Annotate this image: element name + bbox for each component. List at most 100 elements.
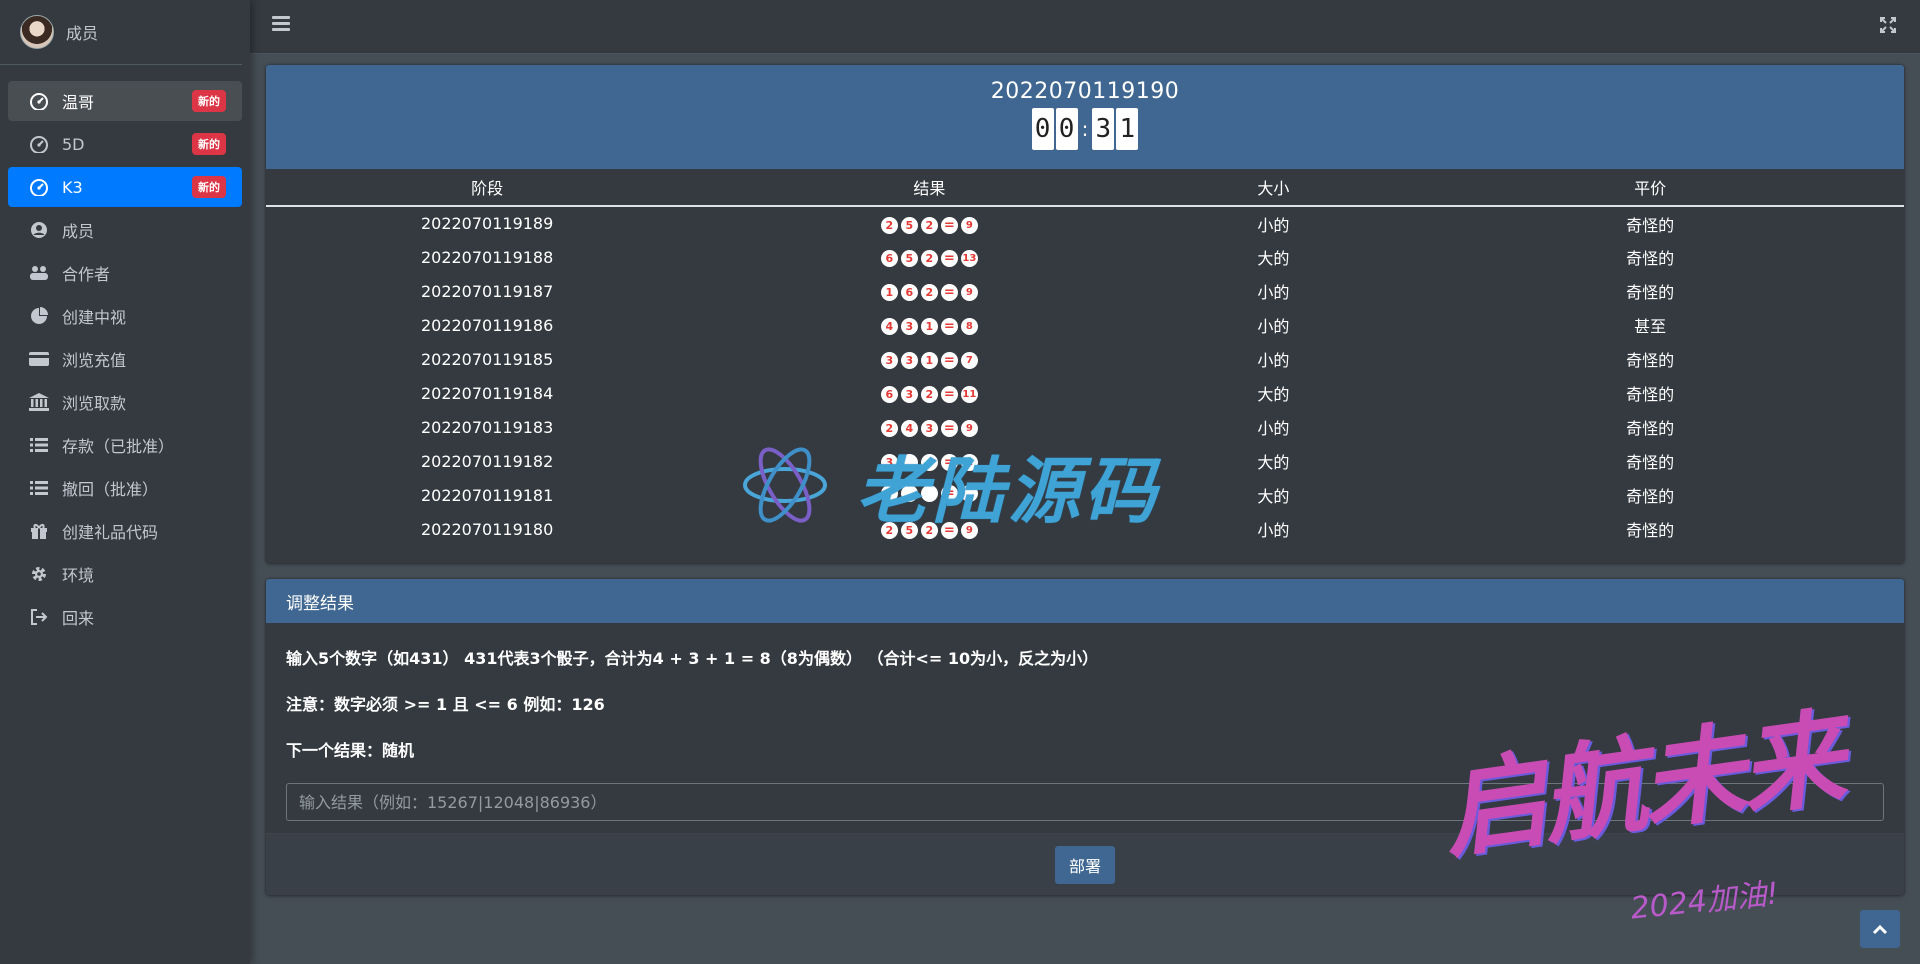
parity-cell: 奇怪的 bbox=[1626, 487, 1675, 506]
dice-group: 6 5 2 = 13 bbox=[880, 250, 978, 267]
parity-cell: 奇怪的 bbox=[1626, 521, 1675, 540]
die-icon: 2 bbox=[920, 386, 938, 403]
table-row: 2022070119184 6 3 2 = 11 大的 奇怪的 bbox=[266, 376, 1904, 410]
die-icon: 5 bbox=[900, 216, 918, 234]
period-cell: 2022070119189 bbox=[420, 214, 554, 233]
column-header: 大小 bbox=[1150, 169, 1397, 207]
hamburger-menu-icon[interactable] bbox=[272, 16, 290, 32]
period-cell: 2022070119180 bbox=[420, 519, 554, 539]
sidebar-item-label: 创建礼品代码 bbox=[62, 523, 159, 542]
sidebar-item[interactable]: 浏览取款 bbox=[8, 382, 242, 422]
sidebar-item-label: 浏览充值 bbox=[62, 351, 127, 370]
sidebar-item-label: 创建中视 bbox=[62, 308, 127, 327]
die-icon: 6 bbox=[900, 284, 918, 301]
sidebar-item-label: 撤回（批准） bbox=[62, 480, 159, 499]
equals-icon: = bbox=[940, 352, 958, 369]
parity-cell: 奇怪的 bbox=[1626, 453, 1675, 472]
die-icon: 5 bbox=[900, 522, 918, 539]
gift-icon bbox=[28, 520, 50, 542]
back-to-top-button[interactable] bbox=[1860, 910, 1900, 948]
sidebar-item[interactable]: 回来 bbox=[8, 597, 242, 637]
dice-group: 2 4 3 = 9 bbox=[880, 420, 978, 437]
adjust-body: 输入5个数字（如431） 431代表3个骰子，合计为4 + 3 + 1 = 8（… bbox=[266, 623, 1904, 841]
dashboard-icon bbox=[28, 90, 50, 112]
sign-out-icon bbox=[28, 606, 50, 628]
period-cell: 2022070119185 bbox=[420, 349, 554, 369]
sidebar-nav: 温哥 新的 5D 新的 K3 新的成员合作者创建中视浏览充值浏览取款存款（已批准） 撤回（批… bbox=[0, 65, 250, 637]
dice-cell: 4 3 1 = 8 bbox=[708, 308, 1150, 342]
sidebar-item[interactable]: 创建礼品代码 bbox=[8, 511, 242, 551]
size-cell: 小的 bbox=[1257, 283, 1290, 302]
top-navbar bbox=[250, 0, 1920, 54]
bank-icon bbox=[28, 391, 50, 413]
sidebar-item[interactable]: 浏览充值 bbox=[8, 339, 242, 379]
sidebar-item[interactable]: 撤回（批准） bbox=[8, 468, 242, 508]
fullscreen-icon[interactable] bbox=[1880, 17, 1896, 33]
adjust-footer: 部署 bbox=[266, 833, 1904, 895]
dashboard-icon bbox=[28, 176, 50, 198]
deploy-button[interactable]: 部署 bbox=[1054, 845, 1115, 884]
die-icon: 4 bbox=[900, 420, 918, 437]
sum-badge: 11 bbox=[960, 386, 978, 403]
sidebar-item-label: 成员 bbox=[62, 222, 95, 241]
results-table: 阶段 结果 大小 平价 2022070119189 2 5 2 = 9 小的 奇怪的 20220… bbox=[266, 169, 1904, 546]
sum-badge bbox=[960, 484, 978, 502]
size-cell: 大的 bbox=[1257, 487, 1290, 506]
die-icon: 1 bbox=[880, 284, 898, 301]
size-cell: 大的 bbox=[1257, 249, 1290, 268]
sidebar-item[interactable]: K3 新的 bbox=[8, 167, 242, 207]
equals-icon: = bbox=[940, 386, 958, 403]
current-period: 2022070119190 bbox=[990, 79, 1180, 104]
sidebar-item-label: 环境 bbox=[62, 566, 95, 585]
dice-group: = bbox=[880, 484, 978, 502]
die-icon: 3 bbox=[900, 318, 918, 335]
sidebar-item[interactable]: 温哥 新的 bbox=[8, 81, 242, 121]
dice-cell: 6 3 2 = 11 bbox=[708, 376, 1150, 410]
die-icon bbox=[920, 484, 938, 502]
table-row: 2022070119185 3 3 1 = 7 小的 奇怪的 bbox=[266, 342, 1904, 376]
column-header: 结果 bbox=[708, 169, 1151, 207]
timer-digit: 0 bbox=[1031, 108, 1054, 150]
die-icon: 1 bbox=[920, 318, 938, 335]
countdown-timer: 0 0 : 3 1 bbox=[1031, 108, 1139, 150]
user-name[interactable]: 成员 bbox=[66, 20, 98, 44]
avatar[interactable] bbox=[20, 15, 54, 49]
size-cell: 大的 bbox=[1257, 385, 1290, 404]
die-icon bbox=[900, 454, 918, 471]
die-icon: 3 bbox=[900, 386, 918, 403]
die-icon: 3 bbox=[880, 352, 898, 369]
sum-badge: 13 bbox=[960, 250, 978, 267]
next-result-text: 下一个结果：随机 bbox=[286, 741, 415, 760]
table-row: 2022070119186 4 3 1 = 8 小的 甚至 bbox=[266, 308, 1904, 342]
gear-icon bbox=[28, 563, 50, 585]
sidebar-item[interactable]: 5D 新的 bbox=[8, 124, 242, 164]
sidebar-item-label: 合作者 bbox=[62, 265, 111, 284]
result-input[interactable] bbox=[286, 783, 1884, 821]
period-cell: 2022070119184 bbox=[420, 383, 554, 403]
dice-cell: 1 6 2 = 9 bbox=[708, 274, 1150, 308]
table-row: 2022070119181 = 大的 奇怪的 bbox=[266, 478, 1904, 512]
period-cell: 2022070119188 bbox=[420, 247, 554, 267]
note-text: 注意：数字必须 >= 1 且 <= 6 例如：126 bbox=[286, 695, 605, 714]
size-cell: 小的 bbox=[1257, 215, 1290, 235]
sum-badge: 9 bbox=[960, 420, 978, 437]
sum-badge: 8 bbox=[960, 318, 978, 335]
sidebar-item[interactable]: 合作者 bbox=[8, 253, 242, 293]
sidebar-item[interactable]: 存款（已批准） bbox=[8, 425, 242, 465]
sidebar-item[interactable]: 环境 bbox=[8, 554, 242, 594]
period-cell: 2022070119182 bbox=[420, 451, 554, 471]
die-icon: 2 bbox=[920, 250, 938, 267]
die-icon: 2 bbox=[920, 522, 938, 539]
list-icon bbox=[28, 477, 50, 499]
sum-badge: 1 bbox=[960, 454, 978, 471]
equals-icon: = bbox=[940, 522, 958, 539]
equals-icon: = bbox=[940, 318, 958, 335]
dice-cell: 2 5 2 = 9 bbox=[708, 512, 1150, 546]
parity-cell: 奇怪的 bbox=[1626, 419, 1675, 438]
sidebar-item[interactable]: 创建中视 bbox=[8, 296, 242, 336]
sidebar-item-label: 存款（已批准） bbox=[62, 437, 175, 456]
sidebar-item[interactable]: 成员 bbox=[8, 210, 242, 250]
new-badge: 新的 bbox=[192, 176, 226, 198]
dice-group: 3 3 1 = 7 bbox=[880, 352, 978, 369]
user-panel[interactable]: 成员 bbox=[0, 0, 242, 65]
